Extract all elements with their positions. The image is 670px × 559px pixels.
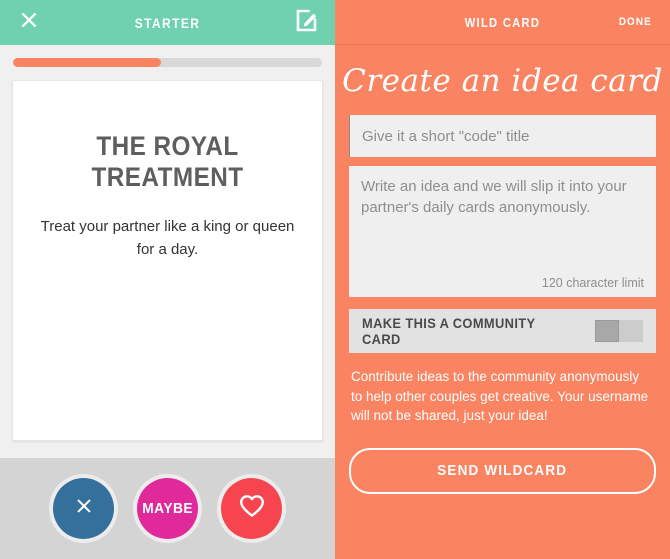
progress-bar-wrap: [0, 45, 335, 80]
card-area: THE ROYAL TREATMENT Treat your partner l…: [0, 80, 335, 458]
left-header: STARTER: [0, 0, 335, 45]
community-helper-text: Contribute ideas to the community anonym…: [351, 369, 649, 424]
progress-track: [13, 58, 322, 67]
wild-card-pane: WILD CARD DONE Create an idea card Write…: [335, 0, 670, 559]
send-wildcard-label: SEND WILDCARD: [437, 462, 568, 480]
char-limit-label: 120 character limit: [541, 276, 644, 290]
left-header-title: STARTER: [134, 14, 201, 31]
reject-card-button[interactable]: [53, 478, 114, 539]
progress-fill: [13, 58, 162, 67]
right-header-title: WILD CARD: [464, 14, 541, 30]
idea-card-title: THE ROYAL TREATMENT: [91, 131, 244, 192]
code-title-input[interactable]: [349, 115, 656, 157]
idea-card[interactable]: THE ROYAL TREATMENT Treat your partner l…: [12, 80, 323, 441]
love-card-button[interactable]: [221, 478, 282, 539]
close-x-icon: [75, 497, 93, 520]
community-card-toggle[interactable]: [595, 320, 643, 342]
close-x-icon: [19, 10, 39, 35]
send-wildcard-button[interactable]: SEND WILDCARD: [349, 447, 656, 494]
create-idea-card-heading: Create an idea card: [342, 63, 663, 99]
card-actions-footer: MAYBE: [0, 458, 335, 559]
maybe-button-label: MAYBE: [142, 500, 193, 517]
heart-outline-icon: [238, 493, 266, 524]
idea-card-body: Treat your partner like a king or queen …: [40, 218, 295, 259]
close-button[interactable]: [14, 8, 44, 38]
idea-text-placeholder: Write an idea and we will slip it into y…: [361, 178, 627, 216]
toggle-knob: [595, 320, 620, 342]
community-card-row[interactable]: MAKE THIS A COMMUNITY CARD: [349, 309, 656, 353]
done-button[interactable]: DONE: [619, 16, 652, 28]
community-card-label: MAKE THIS A COMMUNITY CARD: [362, 315, 536, 347]
app-root: STARTER THE ROYAL TREATMENT Treat your p…: [0, 0, 670, 559]
card-browser-pane: STARTER THE ROYAL TREATMENT Treat your p…: [0, 0, 335, 559]
right-header: WILD CARD DONE: [335, 0, 670, 45]
idea-text-area[interactable]: Write an idea and we will slip it into y…: [349, 166, 656, 297]
edit-card-button[interactable]: [291, 8, 321, 38]
wild-card-form: Write an idea and we will slip it into y…: [335, 115, 670, 426]
maybe-card-button[interactable]: MAYBE: [137, 478, 198, 539]
compose-edit-icon: [294, 8, 319, 38]
